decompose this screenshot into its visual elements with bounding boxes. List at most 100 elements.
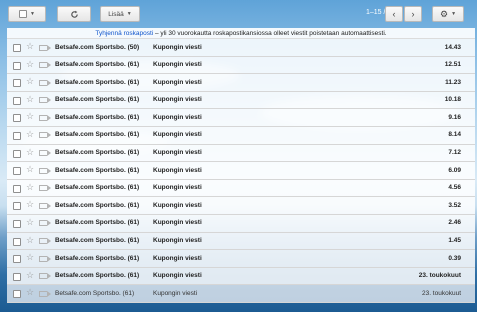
important-marker-icon[interactable] (39, 132, 51, 139)
date: 10.18 (444, 96, 461, 104)
table-row[interactable]: ☆ Betsafe.com Sportsbo. (61) Kupongin vies… (7, 144, 475, 163)
star-icon[interactable]: ☆ (26, 59, 34, 70)
toolbar: ▼ Lisää ▼ 1–15 / 15 ‹ › ⚙ ▼ (0, 0, 477, 28)
important-marker-icon[interactable] (39, 44, 51, 51)
sender: Betsafe.com Sportsbo. (61) (55, 289, 135, 297)
important-marker-icon[interactable] (39, 238, 51, 245)
important-marker-icon[interactable] (39, 290, 51, 297)
important-marker-icon[interactable] (39, 62, 51, 69)
refresh-icon (70, 10, 78, 18)
sender: Betsafe.com Sportsbo. (61) (55, 237, 140, 245)
date: 1.45 (448, 237, 461, 245)
row-checkbox[interactable] (13, 202, 21, 211)
important-marker-icon[interactable] (39, 273, 51, 280)
star-icon[interactable]: ☆ (26, 147, 34, 158)
message-list: Tyhjennä roskaposti – yli 30 vuorokautta… (7, 28, 475, 309)
important-marker-icon[interactable] (39, 167, 51, 174)
subject: Kupongin viesti (153, 219, 202, 227)
row-checkbox[interactable] (13, 219, 21, 228)
row-checkbox[interactable] (13, 114, 21, 123)
table-row[interactable]: ☆ Betsafe.com Sportsbo. (61) Kupongin vies… (7, 91, 475, 110)
star-icon[interactable]: ☆ (26, 76, 34, 87)
row-checkbox[interactable] (13, 255, 21, 264)
chevron-left-icon: ‹ (392, 9, 396, 19)
star-icon[interactable]: ☆ (26, 111, 34, 122)
table-row[interactable]: ☆ Betsafe.com Sportsbo. (61) Kupongin vies… (7, 56, 475, 75)
table-row[interactable]: ☆ Betsafe.com Sportsbo. (61) Kupongin vies… (7, 214, 475, 233)
sender: Betsafe.com Sportsbo. (61) (55, 254, 140, 262)
important-marker-icon[interactable] (39, 255, 51, 262)
row-checkbox[interactable] (13, 167, 21, 176)
important-marker-icon[interactable] (39, 150, 51, 157)
sender: Betsafe.com Sportsbo. (61) (55, 61, 140, 69)
select-all-checkbox[interactable] (19, 10, 28, 18)
subject: Kupongin viesti (153, 254, 202, 262)
star-icon[interactable]: ☆ (26, 252, 34, 263)
newer-button[interactable]: ‹ (385, 6, 403, 22)
chevron-right-icon: › (411, 9, 415, 19)
older-button[interactable]: › (404, 6, 422, 22)
refresh-button[interactable] (57, 6, 91, 22)
sender: Betsafe.com Sportsbo. (61) (55, 272, 140, 280)
subject: Kupongin viesti (153, 201, 202, 209)
star-icon[interactable]: ☆ (26, 270, 34, 281)
row-checkbox[interactable] (13, 79, 21, 88)
star-icon[interactable]: ☆ (26, 287, 34, 298)
important-marker-icon[interactable] (39, 79, 51, 86)
table-row[interactable]: ☆ Betsafe.com Sportsbo. (61) Kupongin vies… (7, 74, 475, 92)
important-marker-icon[interactable] (39, 114, 51, 121)
star-icon[interactable]: ☆ (26, 217, 34, 228)
table-row[interactable]: ☆ Betsafe.com Sportsbo. (61) Kupongin vies… (7, 126, 475, 145)
star-icon[interactable]: ☆ (26, 199, 34, 210)
star-icon[interactable]: ☆ (26, 164, 34, 175)
date: 11.23 (445, 78, 461, 86)
row-checkbox[interactable] (13, 272, 21, 281)
row-checkbox[interactable] (13, 96, 21, 105)
star-icon[interactable]: ☆ (26, 182, 34, 193)
star-icon[interactable]: ☆ (26, 94, 34, 105)
table-row[interactable]: ☆ Betsafe.com Sportsbo. (61) Kupongin vies… (7, 250, 475, 268)
row-checkbox[interactable] (13, 184, 21, 193)
row-checkbox[interactable] (13, 290, 21, 299)
subject: Kupongin viesti (153, 184, 202, 192)
subject: Kupongin viesti (153, 166, 202, 174)
subject: Kupongin viesti (153, 113, 202, 121)
subject: Kupongin viesti (153, 43, 202, 51)
star-icon[interactable]: ☆ (26, 235, 34, 246)
date: 9.16 (448, 113, 461, 121)
table-row[interactable]: ☆ Betsafe.com Sportsbo. (61) Kupongin vies… (7, 285, 475, 303)
sender: Betsafe.com Sportsbo. (61) (55, 131, 140, 139)
table-row[interactable]: ☆ Betsafe.com Sportsbo. (61) Kupongin vies… (7, 197, 475, 215)
star-icon[interactable]: ☆ (26, 41, 34, 52)
row-checkbox[interactable] (13, 131, 21, 140)
important-marker-icon[interactable] (39, 220, 51, 227)
star-icon[interactable]: ☆ (26, 129, 34, 140)
date: 7.12 (448, 149, 461, 157)
select-dropdown-button[interactable]: ▼ (8, 6, 46, 22)
settings-button[interactable]: ⚙ ▼ (432, 6, 464, 22)
row-checkbox[interactable] (13, 149, 21, 158)
subject: Kupongin viesti (153, 237, 202, 245)
table-row[interactable]: ☆ Betsafe.com Sportsbo. (61) Kupongin vies… (7, 179, 475, 198)
subject: Kupongin viesti (153, 131, 202, 139)
table-row[interactable]: ☆ Betsafe.com Sportsbo. (61) Kupongin vies… (7, 267, 475, 286)
row-checkbox[interactable] (13, 237, 21, 246)
row-checkbox[interactable] (13, 44, 21, 52)
table-row[interactable]: ☆ Betsafe.com Sportsbo. (50) Kupongin vies… (7, 39, 475, 57)
important-marker-icon[interactable] (39, 202, 51, 209)
date: 12.51 (444, 61, 461, 69)
sender: Betsafe.com Sportsbo. (61) (55, 96, 140, 104)
sender: Betsafe.com Sportsbo. (61) (55, 78, 140, 86)
row-checkbox[interactable] (13, 61, 21, 70)
table-row[interactable]: ☆ Betsafe.com Sportsbo. (61) Kupongin vies… (7, 232, 475, 251)
important-marker-icon[interactable] (39, 97, 51, 104)
subject: Kupongin viesti (153, 289, 198, 297)
sender: Betsafe.com Sportsbo. (50) (55, 43, 140, 51)
table-row[interactable]: ☆ Betsafe.com Sportsbo. (61) Kupongin vies… (7, 109, 475, 127)
date: 0.39 (448, 254, 461, 262)
important-marker-icon[interactable] (39, 185, 51, 192)
more-button[interactable]: Lisää ▼ (100, 6, 140, 22)
empty-spam-link[interactable]: Tyhjennä roskaposti (95, 30, 153, 37)
date: 23. toukokuut (418, 272, 461, 280)
table-row[interactable]: ☆ Betsafe.com Sportsbo. (61) Kupongin vies… (7, 162, 475, 180)
